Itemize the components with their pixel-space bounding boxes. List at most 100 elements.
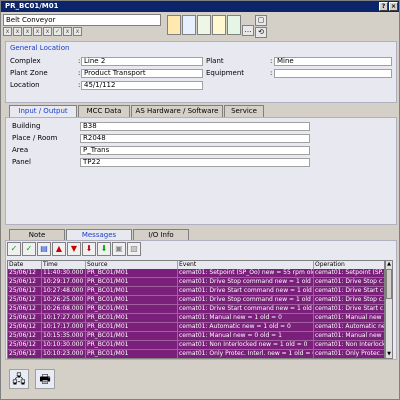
- cell-event: cemat01: Drive Start command new = 1 old…: [179, 305, 314, 313]
- column-header-operation[interactable]: Operation: [314, 261, 384, 269]
- bottom-toolbar: 🖧 🖶: [9, 369, 55, 389]
- area-value: P_Trans: [80, 146, 310, 155]
- alarm-icon[interactable]: [182, 15, 196, 35]
- state-icon: x: [63, 27, 72, 36]
- cell-operation: cemat01: Manual new ...: [315, 314, 385, 321]
- cell-time: 10:10:30.000: [42, 341, 86, 349]
- help-button[interactable]: ?: [379, 2, 388, 11]
- cell-event: cemat01: Setpoint (SP_Oo) new = 55 rpm o…: [179, 269, 314, 277]
- table-row[interactable]: 25/06/12 10:27:48.000 PR_BC01/M01 cemat01: …: [8, 287, 385, 296]
- room-value: R2048: [80, 134, 310, 143]
- table-row[interactable]: 25/06/12 10:17:27.000 PR_BC01/M01 cemat01: …: [8, 314, 385, 323]
- scroll-up-icon[interactable]: ▲: [386, 261, 392, 268]
- cell-operation: cemat01: Drive Stop c...: [315, 278, 385, 285]
- cell-source: PR_BC01/M01: [86, 314, 178, 322]
- table-row[interactable]: 25/06/12 10:29:17.000 PR_BC01/M01 cemat01: …: [8, 278, 385, 287]
- cell-operation: cemat01: Only Protec...: [315, 350, 385, 357]
- messages-toolbar: ✓ ✓ ▤ ▲ ▼ ⬇ ⬇ ▣ ▧: [7, 242, 141, 256]
- cell-date: 25/06/12: [8, 287, 42, 295]
- cell-date: 25/06/12: [8, 332, 42, 340]
- cell-date: 25/06/12: [8, 323, 42, 331]
- faceplate-icon[interactable]: [167, 15, 181, 35]
- cell-event: cemat01: Automatic new = 1 old = 0: [178, 323, 314, 331]
- print-icon[interactable]: ▣: [112, 242, 126, 256]
- cell-source: PR_BC01/M01: [86, 332, 178, 340]
- table-row[interactable]: 25/06/12 10:26:25.000 PR_BC01/M01 cemat01: …: [8, 296, 385, 305]
- scroll-down-icon[interactable]: ▼: [386, 351, 392, 358]
- cell-date: 25/06/12: [8, 296, 42, 304]
- cell-operation: cemat01: Drive Stop c...: [315, 296, 385, 303]
- tab-as-hardware-software[interactable]: AS Hardware / Software: [131, 105, 223, 117]
- table-row[interactable]: 25/06/12 10:10:23.000 PR_BC01/M01 cemat01: …: [8, 350, 385, 358]
- cell-operation: cemat01: Non Interlock...: [315, 341, 385, 348]
- cell-date: 25/06/12: [8, 305, 42, 313]
- export-icon[interactable]: ▲: [52, 242, 66, 256]
- panel-label: Panel: [12, 158, 31, 166]
- network-icon[interactable]: 🖧: [9, 369, 29, 389]
- ack-icon[interactable]: ✓: [7, 242, 21, 256]
- cell-operation: cemat01: Automatic ne...: [315, 323, 385, 330]
- state-icon: x: [3, 27, 12, 36]
- cell-date: 25/06/12: [8, 278, 42, 286]
- cell-operation: cemat01: Drive Start c...: [315, 287, 385, 294]
- cell-date: 25/06/12: [8, 341, 42, 349]
- more-icon[interactable]: …: [242, 25, 254, 36]
- print-icon[interactable]: [227, 15, 241, 35]
- table-row[interactable]: 25/06/12 10:10:30.000 PR_BC01/M01 cemat01: …: [8, 341, 385, 350]
- building-label: Building: [12, 122, 41, 130]
- state-icon: x: [33, 27, 42, 36]
- zone-label: Plant Zone: [10, 69, 48, 77]
- import-icon[interactable]: ▼: [67, 242, 81, 256]
- input-output-panel: Building B38 Place / Room R2048 Area P_T…: [5, 117, 397, 225]
- report-icon[interactable]: [212, 15, 226, 35]
- maximize-icon[interactable]: ▢: [255, 15, 267, 26]
- column-header-time[interactable]: Time: [42, 261, 86, 269]
- filter-icon[interactable]: ▤: [37, 242, 51, 256]
- trend-icon[interactable]: [197, 15, 211, 35]
- close-button[interactable]: ×: [389, 2, 398, 11]
- table-row[interactable]: 25/06/12 10:15:35.000 PR_BC01/M01 cemat01: …: [8, 332, 384, 341]
- object-name-field: Belt Conveyor: [3, 14, 161, 26]
- column-header-date[interactable]: Date: [8, 261, 42, 269]
- cell-source: PR_BC01/M01: [86, 287, 178, 295]
- window-titlebar: PR_BC01/M01 ? ×: [1, 1, 399, 12]
- cell-time: 10:15:35.000: [42, 332, 86, 340]
- state-icon: x: [73, 27, 82, 36]
- cell-source: PR_BC01/M01: [86, 305, 178, 313]
- ack-all-icon[interactable]: ✓: [22, 242, 36, 256]
- tab-service[interactable]: Service: [224, 105, 264, 117]
- scroll-thumb[interactable]: [386, 269, 392, 299]
- column-header-source[interactable]: Source: [86, 261, 178, 269]
- equipment-label: Equipment: [206, 69, 244, 77]
- column-header-event[interactable]: Event: [178, 261, 314, 269]
- save-icon[interactable]: ⬇: [97, 242, 111, 256]
- zone-value: Product Transport: [81, 69, 203, 78]
- location-label: Location: [10, 81, 40, 89]
- messages-scrollbar[interactable]: ▲ ▼: [385, 260, 393, 359]
- tab-mcc-data[interactable]: MCC Data: [78, 105, 130, 117]
- equipment-value: [274, 69, 392, 78]
- restore-icon[interactable]: ⟲: [255, 27, 267, 38]
- state-indicators: x x x x x ✓ x x: [3, 27, 82, 36]
- tab-input-output[interactable]: Input / Output: [9, 105, 77, 117]
- cell-date: 25/06/12: [8, 350, 42, 358]
- complex-label: Complex: [10, 57, 41, 65]
- cell-time: 10:17:27.000: [42, 314, 86, 322]
- cell-time: 10:17:17.000: [42, 323, 86, 331]
- cell-date: 25/06/12: [8, 314, 42, 322]
- state-icon: x: [43, 27, 52, 36]
- cell-event: cemat01: Only Protec. Interl. new = 1 ol…: [179, 350, 314, 358]
- lock-icon[interactable]: ▧: [127, 242, 141, 256]
- table-row[interactable]: 25/06/12 10:17:17.000 PR_BC01/M01 cemat01: …: [8, 323, 385, 332]
- cell-time: 10:10:23.000: [42, 350, 86, 358]
- download-icon[interactable]: ⬇: [82, 242, 96, 256]
- table-row[interactable]: 25/06/12 11:40:30.000 PR_BC01/M01 cemat01: …: [8, 269, 384, 278]
- cell-operation: cemat01: Drive Start c...: [315, 305, 385, 312]
- location-value: 45/1/112: [81, 81, 203, 90]
- plant-value: Mine: [274, 57, 392, 66]
- complex-value: Line 2: [81, 57, 203, 66]
- cell-time: 10:26:08.000: [42, 305, 86, 313]
- table-row[interactable]: 25/06/12 10:26:08.000 PR_BC01/M01 cemat01: …: [8, 305, 385, 314]
- cell-time: 10:26:25.000: [42, 296, 86, 304]
- printer-icon[interactable]: 🖶: [35, 369, 55, 389]
